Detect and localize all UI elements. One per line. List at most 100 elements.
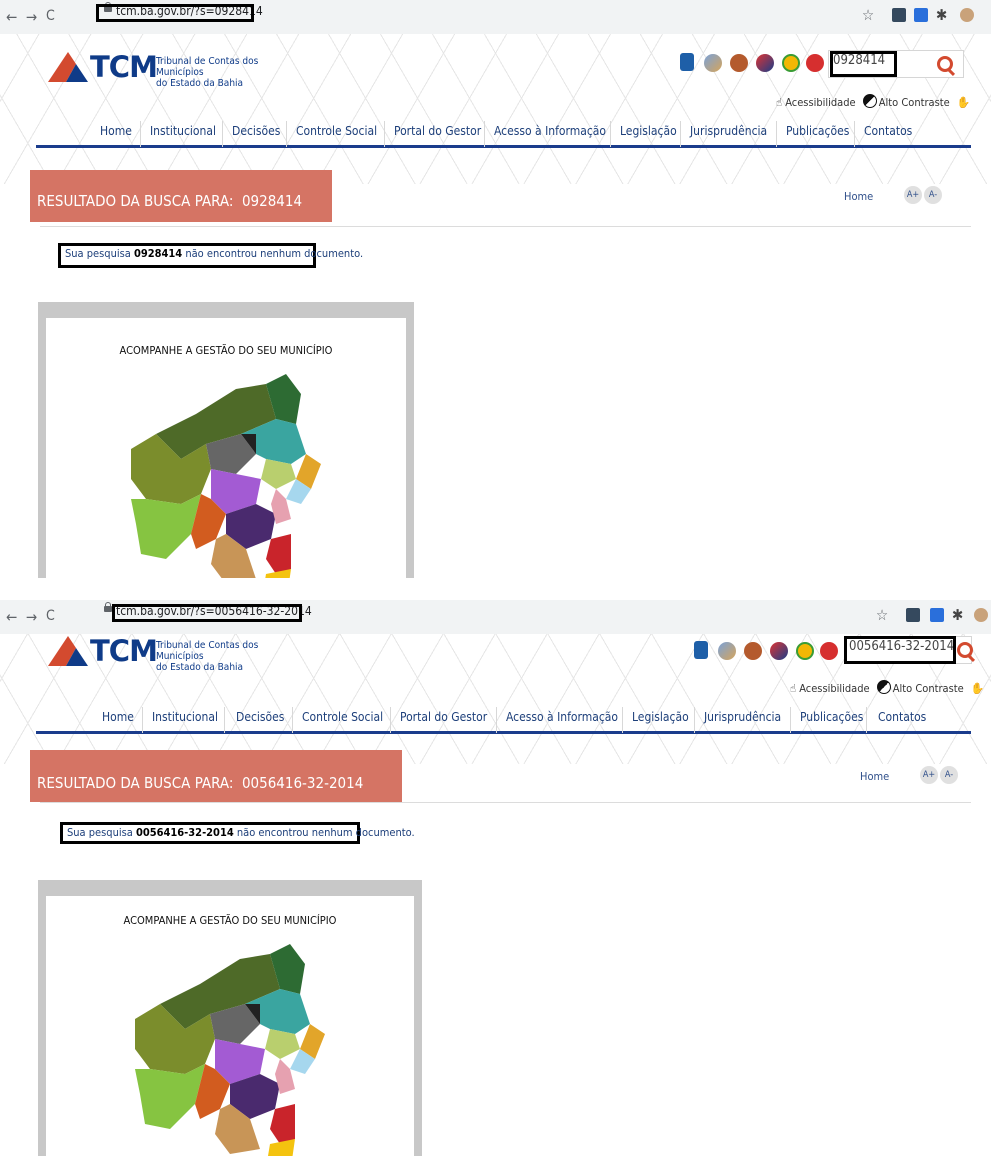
menu-home[interactable]: Home [102,710,134,724]
menu-divider [384,121,385,147]
font-decrease-button[interactable]: A- [940,766,958,784]
menu-controle-social[interactable]: Controle Social [296,124,377,138]
map-title: ACOMPANHE A GESTÃO DO SEU MUNICÍPIO [119,344,333,357]
profile-avatar[interactable] [960,8,974,22]
logo-line1: Tribunal de Contas dos Municípios [156,640,259,662]
menu-contatos[interactable]: Contatos [864,124,912,138]
extension-icon[interactable] [892,8,906,22]
map-title: ACOMPANHE A GESTÃO DO SEU MUNICÍPIO [123,914,337,927]
font-increase-button[interactable]: A+ [904,186,922,204]
menu-divider [866,707,867,733]
menu-decisoes[interactable]: Decisões [236,710,284,724]
font-increase-button[interactable]: A+ [920,766,938,784]
breadcrumb-home[interactable]: Home [860,770,889,783]
publications-icon[interactable] [806,54,824,72]
menu-divider [622,707,623,733]
menu-legislacao[interactable]: Legislação [632,710,689,724]
lock-icon [104,602,112,615]
menu-portal-gestor[interactable]: Portal do Gestor [394,124,481,138]
reload-icon[interactable]: C [46,608,55,624]
puzzle-extensions-icon[interactable]: ✱ [936,6,947,24]
font-decrease-button[interactable]: A- [924,186,942,204]
map-card: ACOMPANHE A GESTÃO DO SEU MUNICÍPIO [46,896,414,1156]
accessibility-link[interactable]: Acessibilidade [799,682,869,695]
menu-divider [776,121,777,147]
address-highlight [112,604,302,622]
transparency-icon[interactable] [680,53,694,71]
no-results-message: Sua pesquisa 0928414 não encontrou nenhu… [58,243,363,268]
menu-jurisprudencia[interactable]: Jurisprudência [704,710,781,724]
results-divider [40,802,971,803]
menu-legislacao[interactable]: Legislação [620,124,677,138]
bookmark-star-icon[interactable]: ☆ [862,6,874,24]
menu-controle-social[interactable]: Controle Social [302,710,383,724]
search-input[interactable] [833,53,923,68]
high-contrast-link[interactable]: Alto Contraste [879,96,950,109]
ouvidoria-icon[interactable] [744,642,762,660]
sign-language-icon[interactable]: ✋ [957,96,971,109]
address-highlight [96,4,254,22]
menu-divider [694,707,695,733]
menu-acesso-informacao[interactable]: Acesso à Informação [494,124,606,138]
portal-icon[interactable] [704,54,722,72]
menu-divider [854,121,855,147]
menu-decisoes[interactable]: Decisões [232,124,280,138]
menu-portal-gestor[interactable]: Portal do Gestor [400,710,487,724]
menu-publicacoes[interactable]: Publicações [800,710,863,724]
main-menu: Home Institucional Decisões Controle Soc… [36,121,971,148]
search-extension-icon[interactable] [914,8,928,22]
breadcrumb-home[interactable]: Home [844,190,873,203]
reload-icon[interactable]: C [46,8,55,24]
msg-query: 0056416-32-2014 [135,826,234,839]
search-input[interactable] [849,639,953,654]
puzzle-extensions-icon[interactable]: ✱ [952,606,963,624]
menu-home[interactable]: Home [100,124,132,138]
transparency-icon[interactable] [694,641,708,659]
search-extension-icon[interactable] [930,608,944,622]
info-icon[interactable] [796,642,814,660]
site-logo[interactable]: TCM Tribunal de Contas dos Municípios do… [48,634,298,673]
menu-divider [610,121,611,147]
menu-acesso-informacao[interactable]: Acesso à Informação [506,710,618,724]
msg-suffix: não encontrou nenhum documento. [185,247,364,260]
search-icon[interactable] [937,56,953,72]
tcm-app-icon[interactable] [770,642,788,660]
menu-institucional[interactable]: Institucional [150,124,216,138]
logo-triangle-icon [48,52,88,82]
high-contrast-link[interactable]: Alto Contraste [893,682,964,695]
menu-institucional[interactable]: Institucional [152,710,218,724]
map-region-southwest[interactable] [135,1064,205,1129]
forward-arrow-icon[interactable]: → [26,8,37,26]
info-icon[interactable] [782,54,800,72]
menu-divider [390,707,391,733]
logo-wordmark: TCM [90,50,158,84]
map-region-southwest[interactable] [131,494,201,559]
menu-publicacoes[interactable]: Publicações [786,124,849,138]
logo-triangle-icon [48,636,88,666]
map-region-red[interactable] [270,1104,295,1144]
tcm-app-icon[interactable] [756,54,774,72]
search-icon[interactable] [957,642,973,658]
menu-divider [292,707,293,733]
map-region-red[interactable] [266,534,291,574]
extension-icon[interactable] [906,608,920,622]
back-arrow-icon[interactable]: ← [6,8,17,26]
menu-jurisprudencia[interactable]: Jurisprudência [690,124,767,138]
ouvidoria-icon[interactable] [730,54,748,72]
back-arrow-icon[interactable]: ← [6,608,17,626]
accessibility-link[interactable]: Acessibilidade [785,96,855,109]
publications-icon[interactable] [820,642,838,660]
bahia-map[interactable] [126,364,326,578]
site-logo[interactable]: TCM Tribunal de Contas dos Municípios do… [48,50,298,89]
menu-contatos[interactable]: Contatos [878,710,926,724]
profile-avatar[interactable] [974,608,988,622]
bahia-map[interactable] [130,934,330,1156]
portal-icon[interactable] [718,642,736,660]
results-heading: RESULTADO DA BUSCA PARA: 0928414 [37,192,302,210]
logo-wordmark: TCM [90,634,158,668]
sign-language-icon[interactable]: ✋ [971,682,985,695]
forward-arrow-icon[interactable]: → [26,608,37,626]
map-card: ACOMPANHE A GESTÃO DO SEU MUNICÍPIO [46,318,406,578]
bookmark-star-icon[interactable]: ☆ [876,606,888,624]
no-results-message: Sua pesquisa 0056416-32-2014 não encontr… [60,822,415,844]
